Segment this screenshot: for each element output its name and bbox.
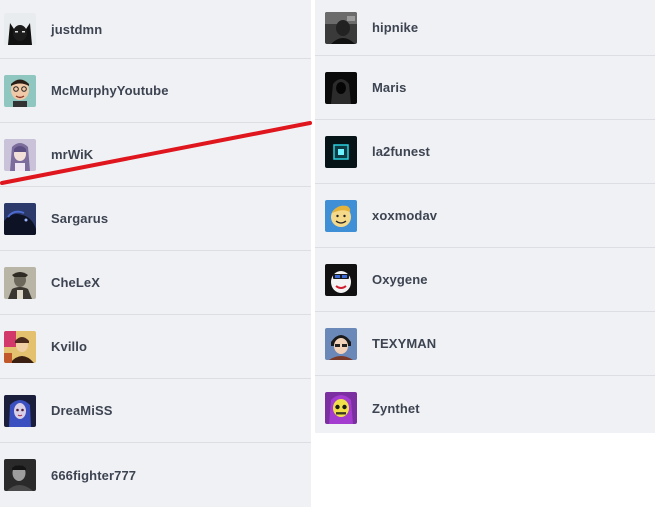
dark-creature-avatar[interactable]: [4, 202, 36, 235]
member-row-dreamiss[interactable]: DreaMiSS: [0, 379, 311, 443]
colorful-art-avatar[interactable]: [4, 330, 36, 363]
member-name[interactable]: 666fighter777: [51, 468, 136, 483]
member-row-zynthet[interactable]: Zynthet: [315, 376, 655, 440]
member-row-justdmn[interactable]: justdmn: [0, 0, 311, 59]
member-row-texyman[interactable]: TEXYMAN: [315, 312, 655, 376]
anime-boy-avatar[interactable]: [325, 327, 357, 360]
member-row-maris[interactable]: Maris: [315, 56, 655, 120]
member-name[interactable]: Oxygene: [372, 272, 428, 287]
member-row-sargarus[interactable]: Sargarus: [0, 187, 311, 251]
vault-boy-avatar[interactable]: [325, 199, 357, 232]
member-row-mrwik[interactable]: mrWiK: [0, 123, 311, 187]
cartoon-face-avatar[interactable]: [4, 74, 36, 107]
member-name[interactable]: Zynthet: [372, 401, 420, 416]
member-name[interactable]: McMurphyYoutube: [51, 83, 169, 98]
member-name[interactable]: xoxmodav: [372, 208, 437, 223]
member-row-666fighter777[interactable]: 666fighter777: [0, 443, 311, 507]
left-member-list: justdmn McMurphyYoutube mrWiK Sargarus C…: [0, 0, 311, 507]
member-row-hipnike[interactable]: hipnike: [315, 0, 655, 56]
hooded-figure-avatar[interactable]: [325, 71, 357, 104]
member-name[interactable]: Maris: [372, 80, 406, 95]
vintage-photo-avatar[interactable]: [4, 266, 36, 299]
anime-girl-avatar[interactable]: [4, 138, 36, 171]
cartoon-mascot-avatar[interactable]: [325, 263, 357, 296]
member-name[interactable]: Kvillo: [51, 339, 87, 354]
member-name[interactable]: justdmn: [51, 22, 102, 37]
blue-hair-girl-avatar[interactable]: [4, 394, 36, 427]
glowing-cube-avatar[interactable]: [325, 135, 357, 168]
member-name[interactable]: la2funest: [372, 144, 430, 159]
member-row-xoxmodav[interactable]: xoxmodav: [315, 184, 655, 248]
bw-portrait-avatar[interactable]: [4, 459, 36, 491]
member-name[interactable]: Sargarus: [51, 211, 108, 226]
dark-figure-avatar[interactable]: [325, 11, 357, 44]
member-name[interactable]: DreaMiSS: [51, 403, 113, 418]
member-row-la2funest[interactable]: la2funest: [315, 120, 655, 184]
member-row-chelex[interactable]: CheLeX: [0, 251, 311, 315]
skeletor-avatar[interactable]: [325, 392, 357, 424]
member-row-mcmurphyyoutube[interactable]: McMurphyYoutube: [0, 59, 311, 123]
member-row-oxygene[interactable]: Oxygene: [315, 248, 655, 312]
member-name[interactable]: mrWiK: [51, 147, 93, 162]
batman-avatar[interactable]: [4, 13, 36, 45]
member-name[interactable]: CheLeX: [51, 275, 100, 290]
member-name[interactable]: TEXYMAN: [372, 336, 436, 351]
member-row-kvillo[interactable]: Kvillo: [0, 315, 311, 379]
right-member-list: hipnike Maris la2funest xoxmodav Oxygene…: [315, 0, 655, 433]
member-name[interactable]: hipnike: [372, 20, 418, 35]
